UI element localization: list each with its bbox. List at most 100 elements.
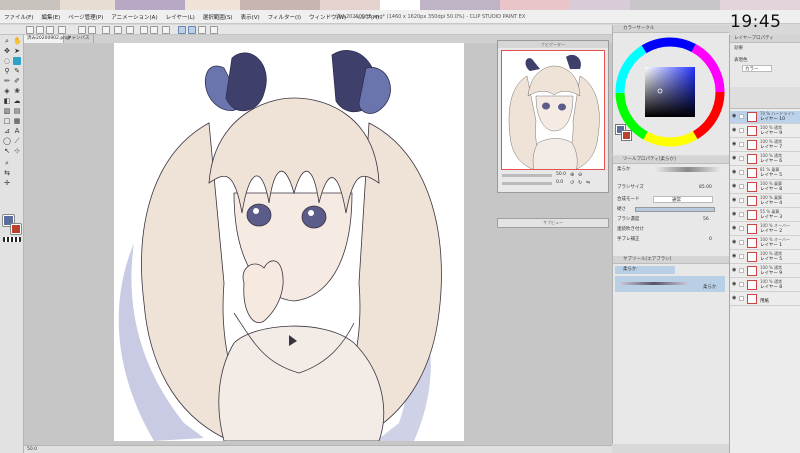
- snap-grid-icon[interactable]: [198, 26, 206, 34]
- search-icon[interactable]: ⌕: [3, 159, 11, 167]
- rotate-left-icon[interactable]: ↺: [570, 180, 574, 186]
- layer-row[interactable]: ◉ 100 % 通常 レイヤー 7: [730, 139, 800, 152]
- airbrush-icon[interactable]: ◈: [3, 87, 11, 95]
- hardness-slider[interactable]: [635, 207, 715, 212]
- lock-checkbox[interactable]: [739, 240, 744, 245]
- lock-checkbox[interactable]: [739, 254, 744, 259]
- lasso-icon[interactable]: ◌: [3, 57, 11, 65]
- menu-selection[interactable]: 選択範囲(S): [199, 13, 237, 21]
- layer-row[interactable]: ◉ 70 % ハードライト レイヤー 10: [730, 111, 800, 124]
- visibility-eye-icon[interactable]: ◉: [732, 254, 737, 259]
- operation-icon[interactable]: ↖: [3, 147, 11, 155]
- lock-checkbox[interactable]: [739, 156, 744, 161]
- layer-row[interactable]: ◉ 100 % オーバー レイヤー 2: [730, 223, 800, 236]
- layer-name[interactable]: レイヤー 9: [760, 271, 782, 277]
- hand-icon[interactable]: ✋: [13, 37, 22, 45]
- visibility-eye-icon[interactable]: ◉: [732, 296, 737, 301]
- object-icon[interactable]: ➤: [13, 47, 21, 55]
- deselect-icon[interactable]: [140, 26, 148, 34]
- decoration-icon[interactable]: ❀: [13, 87, 21, 95]
- menu-filter[interactable]: フィルター(I): [264, 13, 305, 21]
- layer-row[interactable]: ◉ 100 % オーバー レイヤー 1: [730, 237, 800, 250]
- layer-row[interactable]: ◉ 100 % 乗算 レイヤー 8: [730, 181, 800, 194]
- lock-checkbox[interactable]: [739, 282, 744, 287]
- layer-name[interactable]: レイヤー 4: [760, 201, 782, 207]
- visibility-eye-icon[interactable]: ◉: [732, 198, 737, 203]
- layer-name[interactable]: レイヤー 9: [760, 131, 782, 137]
- menu-edit[interactable]: 編集(E): [37, 13, 64, 21]
- layer-name[interactable]: レイヤー 5: [760, 257, 782, 263]
- sub-color-swatch[interactable]: [10, 223, 22, 235]
- stabilize-value[interactable]: 0: [709, 236, 712, 243]
- lock-checkbox[interactable]: [739, 114, 744, 119]
- open-file-icon[interactable]: [36, 26, 44, 34]
- layer-name[interactable]: レイヤー 6: [760, 159, 782, 165]
- zoom-in-icon[interactable]: ⊕: [570, 172, 574, 178]
- lock-checkbox[interactable]: [739, 268, 744, 273]
- lock-checkbox[interactable]: [739, 212, 744, 217]
- visibility-eye-icon[interactable]: ◉: [732, 212, 737, 217]
- mirror-icon[interactable]: ⇆: [3, 169, 11, 177]
- visibility-eye-icon[interactable]: ◉: [732, 156, 737, 161]
- layer-row[interactable]: ◉ 100 % 乗算 レイヤー 4: [730, 195, 800, 208]
- invert-selection-icon[interactable]: [150, 26, 158, 34]
- save-icon[interactable]: [46, 26, 54, 34]
- layer-row[interactable]: ◉ 用紙: [730, 293, 800, 306]
- sub-view-window[interactable]: サブビュー: [497, 218, 609, 228]
- visibility-eye-icon[interactable]: ◉: [732, 170, 737, 175]
- zoom-icon[interactable]: ⌕: [3, 37, 11, 45]
- menu-animation[interactable]: アニメーション(A): [107, 13, 161, 21]
- sub-tool-group[interactable]: 柔らか: [615, 266, 675, 274]
- visibility-eye-icon[interactable]: ◉: [732, 142, 737, 147]
- lock-checkbox[interactable]: [739, 128, 744, 133]
- expression-color-select[interactable]: カラー: [742, 65, 772, 72]
- ruler-icon[interactable]: ⊿: [3, 127, 11, 135]
- blend-icon[interactable]: ☁: [13, 97, 21, 105]
- density-value[interactable]: 56: [703, 216, 709, 223]
- layer-name[interactable]: レイヤー 2: [760, 229, 782, 235]
- visibility-eye-icon[interactable]: ◉: [732, 282, 737, 287]
- snap-ruler-icon[interactable]: [178, 26, 186, 34]
- rotate-slider[interactable]: [502, 182, 552, 185]
- layer-row[interactable]: ◉ 100 % 通常 レイヤー 9: [730, 265, 800, 278]
- print-icon[interactable]: [58, 26, 66, 34]
- visibility-eye-icon[interactable]: ◉: [732, 240, 737, 245]
- redo-icon[interactable]: [88, 26, 96, 34]
- tab-canvas[interactable]: キャンバス: [64, 35, 94, 43]
- layer-row[interactable]: ◉ 81 % 乗算 レイヤー 5: [730, 167, 800, 180]
- brush-size-value[interactable]: 85.00: [699, 184, 712, 191]
- balloon-icon[interactable]: ◯: [3, 137, 11, 145]
- menu-file[interactable]: ファイル(F): [0, 13, 37, 21]
- clip-studio-icon[interactable]: [210, 26, 218, 34]
- move-icon[interactable]: ✥: [3, 47, 11, 55]
- undo-icon[interactable]: [78, 26, 86, 34]
- brush-icon[interactable]: ✐: [13, 77, 21, 85]
- text-icon[interactable]: A: [13, 127, 21, 135]
- blend-mode-select[interactable]: 通常: [653, 196, 713, 203]
- visibility-eye-icon[interactable]: ◉: [732, 268, 737, 273]
- frame-icon[interactable]: ▦: [13, 117, 21, 125]
- layer-name[interactable]: レイヤー 3: [760, 215, 782, 221]
- new-file-icon[interactable]: [26, 26, 34, 34]
- layer-name[interactable]: レイヤー 1: [760, 243, 782, 249]
- layer-name[interactable]: 用紙: [760, 299, 769, 305]
- menu-page[interactable]: ページ管理(P): [64, 13, 107, 21]
- layer-row[interactable]: ◉ 100 % 通常 レイヤー 8: [730, 279, 800, 292]
- pen-icon[interactable]: ✎: [13, 67, 21, 75]
- layer-name[interactable]: レイヤー 8: [760, 187, 782, 193]
- visibility-eye-icon[interactable]: ◉: [732, 128, 737, 133]
- fill-tool-icon[interactable]: ▨: [3, 107, 11, 115]
- zoom-slider[interactable]: [502, 174, 552, 177]
- layer-name[interactable]: レイヤー 10: [760, 117, 785, 123]
- menu-layer[interactable]: レイヤー(L): [162, 13, 199, 21]
- visibility-eye-icon[interactable]: ◉: [732, 226, 737, 231]
- visibility-eye-icon[interactable]: ◉: [732, 114, 737, 119]
- lock-checkbox[interactable]: [739, 142, 744, 147]
- fill-icon[interactable]: [126, 26, 134, 34]
- panel-sub-color[interactable]: [621, 130, 632, 141]
- correction-icon[interactable]: ⊹: [13, 147, 21, 155]
- line-correction-icon[interactable]: ⟋: [13, 137, 21, 145]
- navigator-preview[interactable]: [501, 50, 605, 170]
- zoom-out-icon[interactable]: ⊖: [578, 172, 582, 178]
- layer-row[interactable]: ◉ 55 % 乗算 レイヤー 3: [730, 209, 800, 222]
